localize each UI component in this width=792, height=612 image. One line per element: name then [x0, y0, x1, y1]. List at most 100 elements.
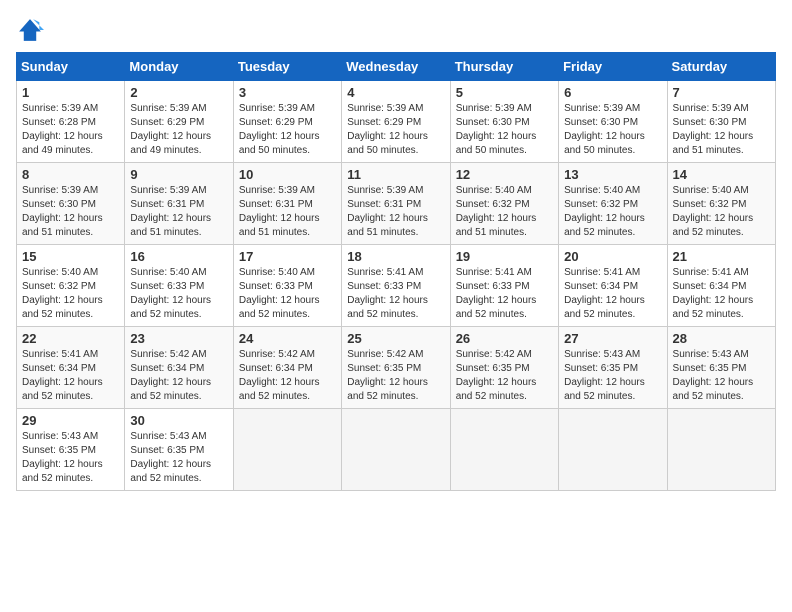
- logo: [16, 16, 48, 44]
- day-info: Sunrise: 5:42 AM Sunset: 6:35 PM Dayligh…: [456, 348, 553, 404]
- calendar-day-cell: 19 Sunrise: 5:41 AM Sunset: 6:33 PM Dayl…: [450, 245, 558, 327]
- calendar-day-cell: 10 Sunrise: 5:39 AM Sunset: 6:31 PM Dayl…: [233, 163, 341, 245]
- calendar-day-cell: 9 Sunrise: 5:39 AM Sunset: 6:31 PM Dayli…: [125, 163, 233, 245]
- calendar-day-cell: 13 Sunrise: 5:40 AM Sunset: 6:32 PM Dayl…: [559, 163, 667, 245]
- day-number: 11: [347, 167, 444, 182]
- day-number: 18: [347, 249, 444, 264]
- calendar-day-cell: 2 Sunrise: 5:39 AM Sunset: 6:29 PM Dayli…: [125, 81, 233, 163]
- weekday-header-cell: Sunday: [17, 53, 125, 81]
- calendar-day-cell: 12 Sunrise: 5:40 AM Sunset: 6:32 PM Dayl…: [450, 163, 558, 245]
- day-number: 24: [239, 331, 336, 346]
- day-number: 15: [22, 249, 119, 264]
- calendar-day-cell: 6 Sunrise: 5:39 AM Sunset: 6:30 PM Dayli…: [559, 81, 667, 163]
- day-number: 28: [673, 331, 770, 346]
- day-info: Sunrise: 5:39 AM Sunset: 6:29 PM Dayligh…: [239, 102, 336, 158]
- day-number: 8: [22, 167, 119, 182]
- day-info: Sunrise: 5:40 AM Sunset: 6:32 PM Dayligh…: [22, 266, 119, 322]
- day-number: 14: [673, 167, 770, 182]
- calendar-day-cell: 11 Sunrise: 5:39 AM Sunset: 6:31 PM Dayl…: [342, 163, 450, 245]
- day-info: Sunrise: 5:40 AM Sunset: 6:32 PM Dayligh…: [456, 184, 553, 240]
- day-number: 12: [456, 167, 553, 182]
- day-info: Sunrise: 5:39 AM Sunset: 6:30 PM Dayligh…: [564, 102, 661, 158]
- day-info: Sunrise: 5:42 AM Sunset: 6:35 PM Dayligh…: [347, 348, 444, 404]
- day-info: Sunrise: 5:39 AM Sunset: 6:31 PM Dayligh…: [239, 184, 336, 240]
- day-info: Sunrise: 5:40 AM Sunset: 6:33 PM Dayligh…: [130, 266, 227, 322]
- day-info: Sunrise: 5:39 AM Sunset: 6:29 PM Dayligh…: [130, 102, 227, 158]
- logo-icon: [16, 16, 44, 44]
- day-info: Sunrise: 5:43 AM Sunset: 6:35 PM Dayligh…: [130, 430, 227, 486]
- weekday-header-cell: Tuesday: [233, 53, 341, 81]
- day-info: Sunrise: 5:39 AM Sunset: 6:30 PM Dayligh…: [673, 102, 770, 158]
- calendar-day-cell: 1 Sunrise: 5:39 AM Sunset: 6:28 PM Dayli…: [17, 81, 125, 163]
- day-number: 26: [456, 331, 553, 346]
- calendar-day-cell: 5 Sunrise: 5:39 AM Sunset: 6:30 PM Dayli…: [450, 81, 558, 163]
- calendar-day-cell: 20 Sunrise: 5:41 AM Sunset: 6:34 PM Dayl…: [559, 245, 667, 327]
- day-info: Sunrise: 5:41 AM Sunset: 6:34 PM Dayligh…: [564, 266, 661, 322]
- day-info: Sunrise: 5:40 AM Sunset: 6:32 PM Dayligh…: [673, 184, 770, 240]
- weekday-header-cell: Wednesday: [342, 53, 450, 81]
- calendar-day-cell: 3 Sunrise: 5:39 AM Sunset: 6:29 PM Dayli…: [233, 81, 341, 163]
- day-number: 13: [564, 167, 661, 182]
- day-info: Sunrise: 5:41 AM Sunset: 6:33 PM Dayligh…: [456, 266, 553, 322]
- day-number: 5: [456, 85, 553, 100]
- day-number: 16: [130, 249, 227, 264]
- day-info: Sunrise: 5:43 AM Sunset: 6:35 PM Dayligh…: [22, 430, 119, 486]
- calendar-day-cell: 24 Sunrise: 5:42 AM Sunset: 6:34 PM Dayl…: [233, 327, 341, 409]
- day-info: Sunrise: 5:39 AM Sunset: 6:31 PM Dayligh…: [347, 184, 444, 240]
- calendar-week-row: 1 Sunrise: 5:39 AM Sunset: 6:28 PM Dayli…: [17, 81, 776, 163]
- weekday-header-cell: Monday: [125, 53, 233, 81]
- day-number: 3: [239, 85, 336, 100]
- day-info: Sunrise: 5:43 AM Sunset: 6:35 PM Dayligh…: [673, 348, 770, 404]
- day-info: Sunrise: 5:39 AM Sunset: 6:30 PM Dayligh…: [22, 184, 119, 240]
- day-info: Sunrise: 5:43 AM Sunset: 6:35 PM Dayligh…: [564, 348, 661, 404]
- day-number: 27: [564, 331, 661, 346]
- calendar-day-cell: [559, 409, 667, 491]
- day-number: 9: [130, 167, 227, 182]
- day-info: Sunrise: 5:39 AM Sunset: 6:28 PM Dayligh…: [22, 102, 119, 158]
- calendar-day-cell: 27 Sunrise: 5:43 AM Sunset: 6:35 PM Dayl…: [559, 327, 667, 409]
- day-number: 2: [130, 85, 227, 100]
- day-number: 22: [22, 331, 119, 346]
- calendar-day-cell: 18 Sunrise: 5:41 AM Sunset: 6:33 PM Dayl…: [342, 245, 450, 327]
- weekday-header-cell: Thursday: [450, 53, 558, 81]
- calendar-day-cell: 8 Sunrise: 5:39 AM Sunset: 6:30 PM Dayli…: [17, 163, 125, 245]
- day-number: 1: [22, 85, 119, 100]
- calendar-day-cell: 15 Sunrise: 5:40 AM Sunset: 6:32 PM Dayl…: [17, 245, 125, 327]
- calendar-table: SundayMondayTuesdayWednesdayThursdayFrid…: [16, 52, 776, 491]
- day-number: 29: [22, 413, 119, 428]
- day-info: Sunrise: 5:39 AM Sunset: 6:29 PM Dayligh…: [347, 102, 444, 158]
- weekday-header-row: SundayMondayTuesdayWednesdayThursdayFrid…: [17, 53, 776, 81]
- day-number: 23: [130, 331, 227, 346]
- calendar-day-cell: 22 Sunrise: 5:41 AM Sunset: 6:34 PM Dayl…: [17, 327, 125, 409]
- day-info: Sunrise: 5:39 AM Sunset: 6:30 PM Dayligh…: [456, 102, 553, 158]
- calendar-day-cell: [233, 409, 341, 491]
- day-info: Sunrise: 5:41 AM Sunset: 6:33 PM Dayligh…: [347, 266, 444, 322]
- calendar-week-row: 15 Sunrise: 5:40 AM Sunset: 6:32 PM Dayl…: [17, 245, 776, 327]
- calendar-day-cell: 16 Sunrise: 5:40 AM Sunset: 6:33 PM Dayl…: [125, 245, 233, 327]
- calendar-day-cell: 29 Sunrise: 5:43 AM Sunset: 6:35 PM Dayl…: [17, 409, 125, 491]
- weekday-header-cell: Friday: [559, 53, 667, 81]
- day-info: Sunrise: 5:42 AM Sunset: 6:34 PM Dayligh…: [239, 348, 336, 404]
- calendar-day-cell: 25 Sunrise: 5:42 AM Sunset: 6:35 PM Dayl…: [342, 327, 450, 409]
- day-number: 10: [239, 167, 336, 182]
- calendar-day-cell: [667, 409, 775, 491]
- calendar-day-cell: 26 Sunrise: 5:42 AM Sunset: 6:35 PM Dayl…: [450, 327, 558, 409]
- calendar-day-cell: 28 Sunrise: 5:43 AM Sunset: 6:35 PM Dayl…: [667, 327, 775, 409]
- weekday-header-cell: Saturday: [667, 53, 775, 81]
- day-number: 21: [673, 249, 770, 264]
- day-number: 4: [347, 85, 444, 100]
- page-header: [16, 16, 776, 44]
- day-info: Sunrise: 5:41 AM Sunset: 6:34 PM Dayligh…: [22, 348, 119, 404]
- calendar-day-cell: 4 Sunrise: 5:39 AM Sunset: 6:29 PM Dayli…: [342, 81, 450, 163]
- calendar-day-cell: [342, 409, 450, 491]
- calendar-week-row: 22 Sunrise: 5:41 AM Sunset: 6:34 PM Dayl…: [17, 327, 776, 409]
- calendar-day-cell: 21 Sunrise: 5:41 AM Sunset: 6:34 PM Dayl…: [667, 245, 775, 327]
- day-number: 20: [564, 249, 661, 264]
- day-number: 7: [673, 85, 770, 100]
- day-number: 17: [239, 249, 336, 264]
- day-number: 19: [456, 249, 553, 264]
- day-number: 6: [564, 85, 661, 100]
- calendar-day-cell: [450, 409, 558, 491]
- day-info: Sunrise: 5:39 AM Sunset: 6:31 PM Dayligh…: [130, 184, 227, 240]
- calendar-day-cell: 23 Sunrise: 5:42 AM Sunset: 6:34 PM Dayl…: [125, 327, 233, 409]
